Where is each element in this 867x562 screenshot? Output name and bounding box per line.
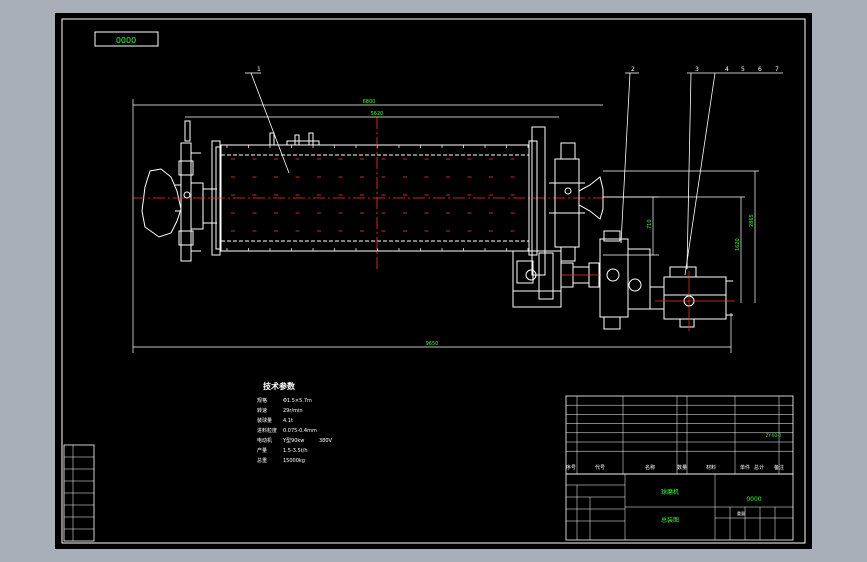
feed-head (141, 168, 182, 238)
weight-label: 重量 (737, 510, 745, 516)
side-table (63, 444, 95, 542)
tech-value: 1.5-3.5t/h (283, 448, 308, 454)
tech-note: 380V (319, 438, 333, 444)
tech-label: 装球量 (257, 417, 272, 424)
dimensions: 6800 5620 9650 710 1620 2865 (132, 99, 759, 353)
bom-header: 备注 (774, 464, 784, 471)
dim-overall-top: 6800 (363, 99, 376, 105)
balloon-1: 1 (257, 66, 261, 73)
bom-header: 单件 (740, 464, 750, 471)
drawing-border (61, 18, 806, 544)
left-bearing (178, 120, 217, 262)
dim-v2: 2865 (749, 214, 755, 227)
tech-value: 0.075-0.4mm (283, 428, 317, 434)
drawing-no: 0000 (746, 496, 761, 503)
tech-heading: 技术参数 (263, 381, 296, 391)
dim-overall-bottom: 9650 (426, 341, 439, 347)
bom-header: 名称 (645, 464, 655, 471)
bom-header: 代号 (595, 464, 605, 471)
reducer (599, 238, 629, 318)
part-balloons: 1 2 3 4 5 6 7 (245, 66, 783, 276)
parts-list (565, 395, 794, 475)
tech-value: 29r/min (283, 408, 303, 414)
code-tag: 0000 (116, 36, 136, 45)
tech-value: 4.1t (283, 418, 293, 424)
tech-label: 总重 (257, 457, 267, 464)
drawing-title: 总装图 (661, 516, 679, 524)
tech-value: 15000kg (283, 458, 305, 464)
cad-drawing: 0000 6800 5620 9650 710 1620 2865 1 2 3 … (61, 18, 806, 544)
balloon-6: 6 (758, 66, 762, 73)
tech-value: Φ1.5×5.7m (283, 398, 312, 404)
drive-train (512, 230, 735, 331)
tech-value: Y型90kw (282, 437, 304, 444)
tech-label: 规格 (257, 397, 267, 404)
motor (663, 276, 727, 320)
bom-header: 材料 (706, 464, 716, 471)
balloon-7: 7 (775, 66, 779, 73)
drawing-frame: 0000 6800 5620 9650 710 1620 2865 1 2 3 … (55, 13, 812, 549)
bom-header: 数量 (677, 464, 687, 471)
drawing-name: 球磨机 (661, 488, 679, 496)
tech-label: 电动机 (257, 437, 272, 444)
balloon-4: 4 (725, 66, 729, 73)
balloon-3: 3 (695, 66, 699, 73)
dim-barrel: 5620 (371, 111, 384, 117)
right-bearing (549, 142, 585, 262)
dim-v3: 710 (647, 219, 653, 229)
bom-header: 总计 (754, 464, 764, 471)
tech-specs: 技术参数 规格 Φ1.5×5.7m 转速 29r/min 装球量 4.1t 进料粒度 0.07… (257, 381, 333, 464)
tech-label: 产量 (257, 447, 267, 454)
bom-header: 序号 (566, 464, 576, 471)
dim-v1: 1620 (735, 238, 741, 251)
tech-label: 进料粒度 (257, 427, 277, 434)
balloon-2: 2 (631, 66, 635, 73)
pinion-bearing (512, 250, 562, 308)
side-code: ZY-00-0 (766, 433, 782, 438)
tech-label: 转速 (257, 407, 267, 414)
balloon-5: 5 (741, 66, 745, 73)
title-block: ZY-00-0 序号 代号 名称 数量 材料 单件 总计 备注 球磨机 总装图 0000 重量 (565, 395, 794, 541)
